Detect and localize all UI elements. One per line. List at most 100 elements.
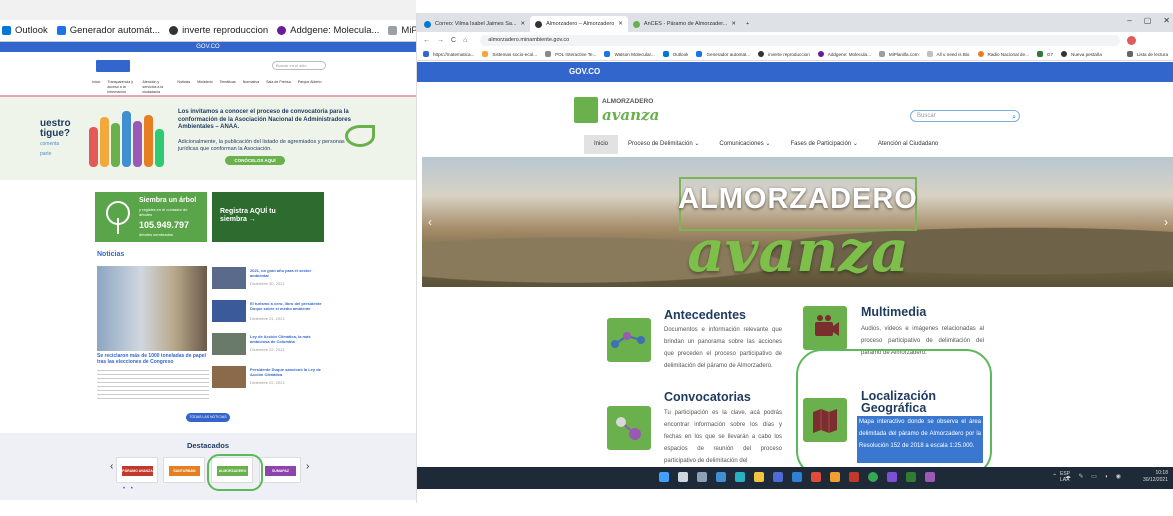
- app-icon[interactable]: [849, 472, 859, 482]
- nav-atencion-ciudadano[interactable]: Atención al Ciudadano: [868, 135, 948, 154]
- destacado-card[interactable]: SUMAPAZ AVANZA: [259, 457, 301, 483]
- bookmark-icon: [423, 51, 429, 57]
- bookmark[interactable]: Radio Nacional de...: [977, 51, 1029, 57]
- bookmark[interactable]: POL Interactive Te...: [545, 51, 596, 57]
- network-icon: [611, 332, 645, 348]
- left-search-input[interactable]: Buscar en el sitio: [272, 61, 326, 70]
- register-planting-card[interactable]: Registra AQUÍ tu siembra →: [212, 192, 324, 242]
- forward-icon[interactable]: →: [437, 37, 444, 44]
- bookmark-miplanilla[interactable]: MiPlanilla.com: [388, 25, 416, 36]
- convocatorias-title[interactable]: Convocatorias: [664, 391, 751, 404]
- store-icon[interactable]: [773, 472, 783, 482]
- globe-icon: [535, 20, 543, 28]
- profile-avatar[interactable]: [1127, 35, 1137, 45]
- conocelos-button[interactable]: CONÓCELOS AQUÍ: [225, 156, 285, 165]
- antecedentes-text: Documentos e información relevante que b…: [664, 327, 782, 369]
- bookmark-addgene[interactable]: Addgene: Molecula...: [277, 25, 379, 36]
- news-main-title[interactable]: Se reciclaron más de 1000 toneladas de p…: [97, 353, 209, 365]
- bookmark-inverte[interactable]: inverte reproduccion: [169, 25, 268, 36]
- doc-icon: [56, 26, 66, 35]
- carousel-next-icon[interactable]: ›: [306, 461, 309, 472]
- close-window-icon[interactable]: ✕: [1163, 16, 1170, 25]
- slider-prev-icon[interactable]: ‹: [428, 215, 432, 229]
- reload-icon[interactable]: C: [451, 37, 456, 44]
- news-item[interactable]: Ley de Acción Climática, la más ambicios…: [212, 333, 324, 357]
- reading-list[interactable]: Lista de lectura: [1126, 51, 1168, 57]
- gov-bar[interactable]: GOV.CO: [417, 62, 1173, 82]
- news-item[interactable]: 2021, un gran año para el sector ambient…: [212, 267, 324, 291]
- convocatorias-icon[interactable]: [607, 406, 651, 450]
- maximize-icon[interactable]: ▢: [1144, 16, 1152, 25]
- antecedentes-title[interactable]: Antecedentes: [664, 309, 746, 322]
- tab-almorzadero[interactable]: Almorzadero – Almorzadero ✕: [530, 16, 628, 32]
- mail-icon[interactable]: [792, 472, 802, 482]
- news-thumbnail: [212, 267, 246, 289]
- hero-slider[interactable]: ALMORZADERO avanza ‹ ›: [422, 157, 1173, 287]
- close-icon[interactable]: ✕: [521, 21, 526, 27]
- multimedia-title[interactable]: Multimedia: [861, 306, 926, 319]
- tab-correo[interactable]: Correo: Vilma Isabel Jaimes Sa... ✕: [419, 16, 530, 32]
- antecedentes-icon[interactable]: [607, 318, 651, 362]
- nav-fases-participacion[interactable]: Fases de Participación ⌄: [780, 135, 867, 154]
- bookmark[interactable]: Generador automat...: [696, 51, 750, 57]
- bookmark[interactable]: Outlook: [662, 51, 688, 57]
- all-news-button[interactable]: TODAS LAS NOTICIAS: [186, 413, 230, 422]
- gov-bar[interactable]: GOV.CO: [0, 42, 416, 52]
- clock[interactable]: 10:18 30/12/2021: [1143, 470, 1168, 484]
- bookmark-generador[interactable]: Generador automát...: [56, 25, 160, 36]
- multimedia-icon[interactable]: [803, 306, 847, 350]
- tree-counter-card[interactable]: Siembra un árbol y registra en el contad…: [95, 192, 207, 242]
- carousel-dots[interactable]: • •: [123, 486, 135, 492]
- edge-icon[interactable]: [735, 472, 745, 482]
- left-top-strip: [0, 0, 416, 20]
- chrome-icon[interactable]: [868, 472, 878, 482]
- search-input[interactable]: Buscar ⌕: [910, 110, 1020, 122]
- destacado-card[interactable]: PÁRAMO AVANZA: [116, 457, 158, 483]
- app-icon[interactable]: [830, 472, 840, 482]
- home-icon[interactable]: ⌂: [463, 37, 467, 44]
- bookmark[interactable]: G7: [1036, 51, 1053, 57]
- outlook-icon: [2, 26, 11, 35]
- destacado-card[interactable]: SANTURBÁN AVANZA: [163, 457, 205, 483]
- bookmark[interactable]: Watson Molecular...: [604, 51, 655, 57]
- carousel-prev-icon[interactable]: ‹: [110, 461, 113, 472]
- tree-count: 105.949.797: [139, 220, 190, 230]
- back-icon[interactable]: ←: [423, 37, 430, 44]
- raised-hands-illustration: [89, 111, 164, 167]
- bookmark[interactable]: Sistemas socio-ecol...: [482, 51, 537, 57]
- language-indicator[interactable]: ESP LAA: [1060, 471, 1074, 483]
- bookmark[interactable]: MiPlanilla.com: [878, 51, 919, 57]
- news-main-image[interactable]: [97, 266, 207, 351]
- close-icon[interactable]: ✕: [731, 21, 736, 27]
- url-input[interactable]: almorzadero.minambiente.gov.co: [480, 34, 1121, 46]
- bookmark[interactable]: Nueva pestaña: [1061, 51, 1102, 57]
- task-view-icon[interactable]: [697, 472, 707, 482]
- bookmark[interactable]: All u need is Bio: [926, 51, 970, 57]
- tab-ances[interactable]: AnCES - Páramo de Almorzader... ✕: [628, 16, 741, 32]
- slider-next-icon[interactable]: ›: [1164, 215, 1168, 229]
- widgets-icon[interactable]: [716, 472, 726, 482]
- news-item[interactable]: Presidente Duque sancionó la Ley de Acci…: [212, 366, 324, 390]
- app-icon[interactable]: [811, 472, 821, 482]
- nav-inicio[interactable]: Inicio: [584, 135, 619, 154]
- app-icon[interactable]: [925, 472, 935, 482]
- bookmark-outlook[interactable]: Outlook: [2, 25, 48, 36]
- news-item[interactable]: El turismo a cero, libro del presidente …: [212, 300, 324, 324]
- almorzadero-logo[interactable]: ALMORZADERO avanza: [574, 95, 659, 125]
- new-tab-button[interactable]: +: [741, 16, 754, 32]
- app-icon[interactable]: [887, 472, 897, 482]
- bookmark[interactable]: https://matematica...: [423, 51, 474, 57]
- search-icon[interactable]: [678, 472, 688, 482]
- close-icon[interactable]: ✕: [618, 21, 623, 27]
- search-icon[interactable]: ⌕: [1012, 112, 1016, 123]
- minambiente-logo[interactable]: [96, 60, 130, 72]
- start-icon[interactable]: [659, 472, 669, 482]
- explorer-icon[interactable]: [754, 472, 764, 482]
- nav-proceso-delimitacion[interactable]: Proceso de Delimitación ⌄: [618, 135, 709, 154]
- minimize-icon[interactable]: –: [1127, 16, 1131, 25]
- bookmark[interactable]: Addgene: Molecula...: [817, 51, 871, 57]
- anaa-banner[interactable]: uestro tigue? comenta parte Los invitamo…: [0, 95, 416, 180]
- app-icon[interactable]: [906, 472, 916, 482]
- bookmark[interactable]: inverte reproduccion: [758, 51, 810, 57]
- nav-comunicaciones[interactable]: Comunicaciones ⌄: [709, 135, 780, 154]
